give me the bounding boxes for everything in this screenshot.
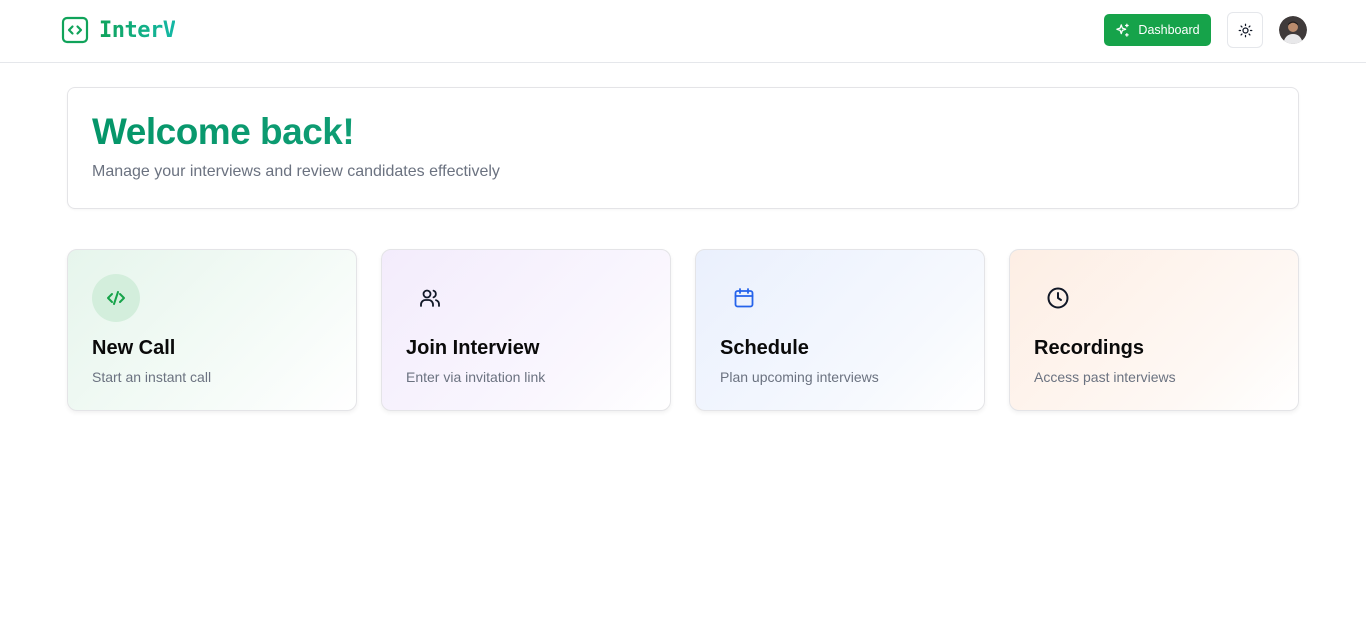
user-avatar[interactable] <box>1279 16 1307 44</box>
sparkles-icon <box>1116 23 1130 37</box>
theme-toggle-button[interactable] <box>1227 12 1263 48</box>
welcome-subtitle: Manage your interviews and review candid… <box>92 163 500 180</box>
code-icon <box>107 291 125 305</box>
card-title: New Call <box>92 337 176 359</box>
card-description: Plan upcoming interviews <box>720 369 879 385</box>
brand-name: InterV <box>99 17 176 43</box>
card-description: Access past interviews <box>1034 369 1176 385</box>
code-square-icon <box>61 16 89 44</box>
users-icon <box>420 289 440 307</box>
sun-icon <box>1238 23 1252 37</box>
brand-logo-link[interactable]: InterV <box>61 16 176 44</box>
recordings-icon-wrap <box>1034 274 1082 322</box>
schedule-icon-wrap <box>720 274 768 322</box>
join-interview-icon-wrap <box>406 274 454 322</box>
calendar-icon <box>734 288 754 308</box>
schedule-card[interactable]: Schedule Plan upcoming interviews <box>695 249 985 411</box>
join-interview-card[interactable]: Join Interview Enter via invitation link <box>381 249 671 411</box>
new-call-icon-wrap <box>92 274 140 322</box>
card-title: Schedule <box>720 337 809 359</box>
welcome-card: Welcome back! Manage your interviews and… <box>67 87 1299 209</box>
card-title: Join Interview <box>406 337 540 359</box>
card-title: Recordings <box>1034 337 1145 359</box>
dashboard-button-label: Dashboard <box>1138 23 1200 37</box>
recordings-card[interactable]: Recordings Access past interviews <box>1009 249 1299 411</box>
clock-icon <box>1047 287 1069 309</box>
card-description: Start an instant call <box>92 369 212 385</box>
user-avatar-image <box>1279 16 1307 44</box>
welcome-title: Welcome back! <box>92 111 355 152</box>
dashboard-button[interactable]: Dashboard <box>1104 14 1211 46</box>
new-call-card[interactable]: New Call Start an instant call <box>67 249 357 411</box>
card-description: Enter via invitation link <box>406 369 546 385</box>
top-navbar: InterV Dashboard <box>0 0 1366 63</box>
